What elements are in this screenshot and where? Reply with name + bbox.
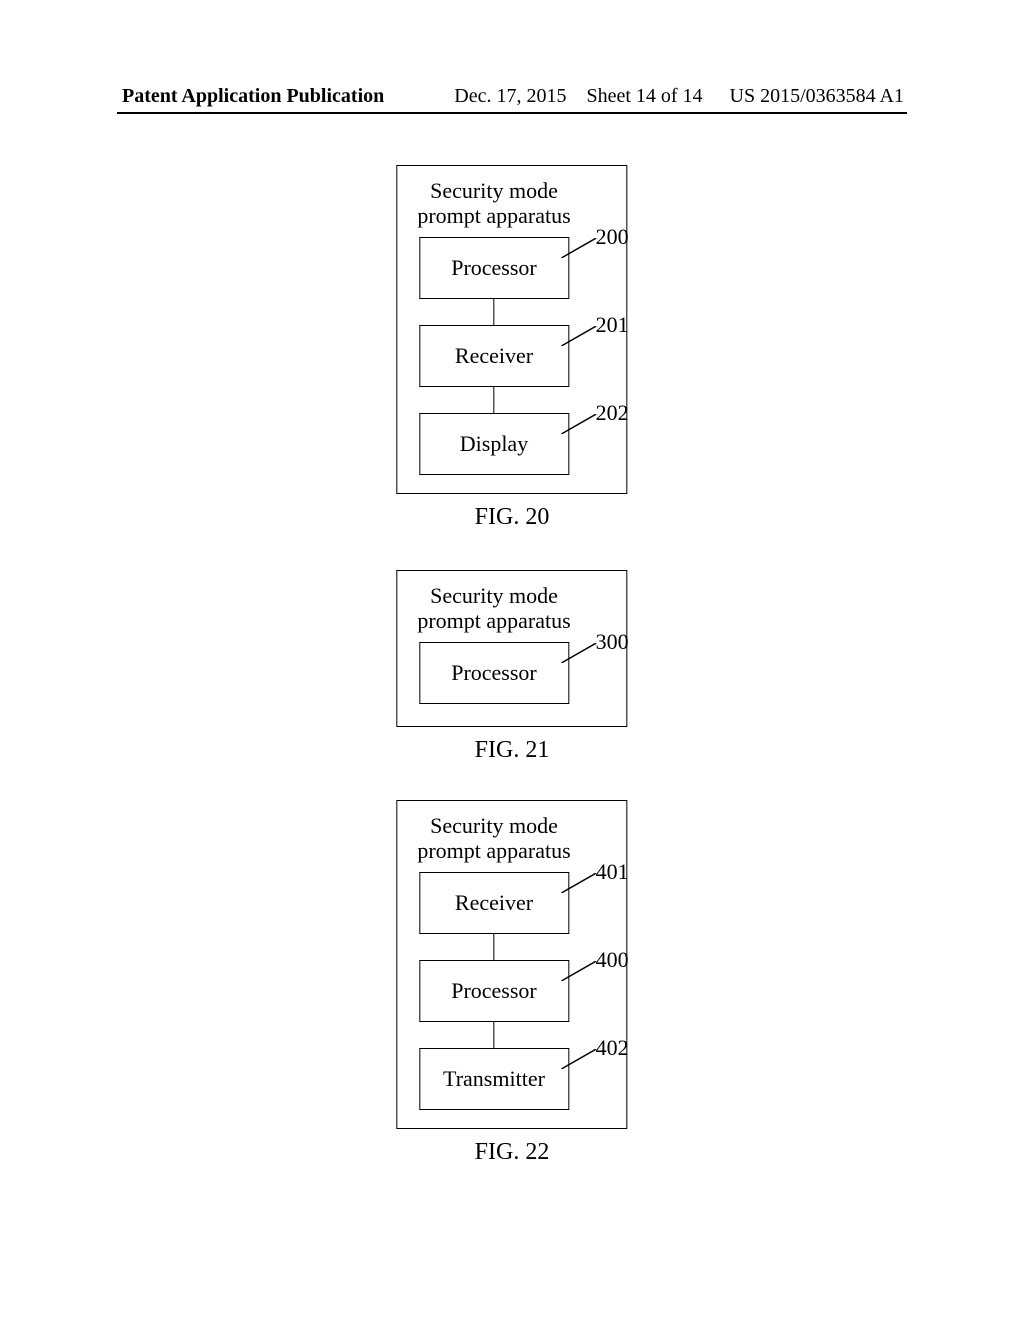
sheet-number: Sheet 14 of 14 <box>586 85 702 107</box>
receiver-block: Receiver <box>419 872 569 934</box>
figure-22: Security mode prompt apparatus Receiver … <box>396 800 627 1166</box>
component-receiver: Receiver <box>417 325 570 387</box>
apparatus-box-fig22: Security mode prompt apparatus Receiver … <box>396 800 627 1129</box>
connector <box>493 387 494 413</box>
component-processor: Processor <box>417 960 570 1022</box>
refnum-201: 201 <box>596 312 629 338</box>
processor-block: Processor <box>419 642 569 704</box>
apparatus-box-fig20: Security mode prompt apparatus Processor… <box>396 165 627 494</box>
title-line-2: prompt apparatus <box>417 838 570 863</box>
apparatus-box-fig21: Security mode prompt apparatus Processor… <box>396 570 627 727</box>
publication-number: US 2015/0363584 A1 <box>730 85 904 108</box>
receiver-block: Receiver <box>419 325 569 387</box>
page-header: Patent Application Publication Dec. 17, … <box>0 85 1024 108</box>
component-display: Display <box>417 413 570 475</box>
refnum-401: 401 <box>596 859 629 885</box>
refnum-300: 300 <box>596 629 629 655</box>
figure-caption-22: FIG. 22 <box>396 1139 627 1166</box>
figure-21: Security mode prompt apparatus Processor… <box>396 570 627 764</box>
connector <box>493 934 494 960</box>
lead-line-icon <box>562 326 597 346</box>
apparatus-title: Security mode prompt apparatus <box>417 178 570 229</box>
component-transmitter: Transmitter <box>417 1048 570 1110</box>
title-line-1: Security mode <box>430 813 558 838</box>
header-rule <box>117 112 907 114</box>
figure-caption-20: FIG. 20 <box>396 504 627 531</box>
lead-line-icon <box>562 238 597 258</box>
figure-caption-21: FIG. 21 <box>396 737 627 764</box>
publication-label: Patent Application Publication <box>122 85 384 108</box>
connector <box>493 299 494 325</box>
title-line-2: prompt apparatus <box>417 608 570 633</box>
display-block: Display <box>419 413 569 475</box>
component-receiver: Receiver <box>417 872 570 934</box>
component-processor: Processor <box>417 237 570 299</box>
refnum-202: 202 <box>596 400 629 426</box>
lead-line-icon <box>562 873 597 893</box>
lead-line-icon <box>562 643 597 663</box>
figure-20: Security mode prompt apparatus Processor… <box>396 165 627 531</box>
lead-line-icon <box>562 414 597 434</box>
refnum-200: 200 <box>596 224 629 250</box>
apparatus-title: Security mode prompt apparatus <box>417 583 570 634</box>
transmitter-block: Transmitter <box>419 1048 569 1110</box>
publication-date-sheet: Dec. 17, 2015 Sheet 14 of 14 <box>384 85 729 108</box>
title-line-1: Security mode <box>430 178 558 203</box>
publication-date: Dec. 17, 2015 <box>454 85 566 107</box>
apparatus-title: Security mode prompt apparatus <box>417 813 570 864</box>
refnum-402: 402 <box>596 1035 629 1061</box>
title-line-1: Security mode <box>430 583 558 608</box>
processor-block: Processor <box>419 237 569 299</box>
lead-line-icon <box>562 1049 597 1069</box>
lead-line-icon <box>562 961 597 981</box>
component-processor: Processor <box>417 642 570 704</box>
title-line-2: prompt apparatus <box>417 203 570 228</box>
connector <box>493 1022 494 1048</box>
refnum-400: 400 <box>596 947 629 973</box>
processor-block: Processor <box>419 960 569 1022</box>
